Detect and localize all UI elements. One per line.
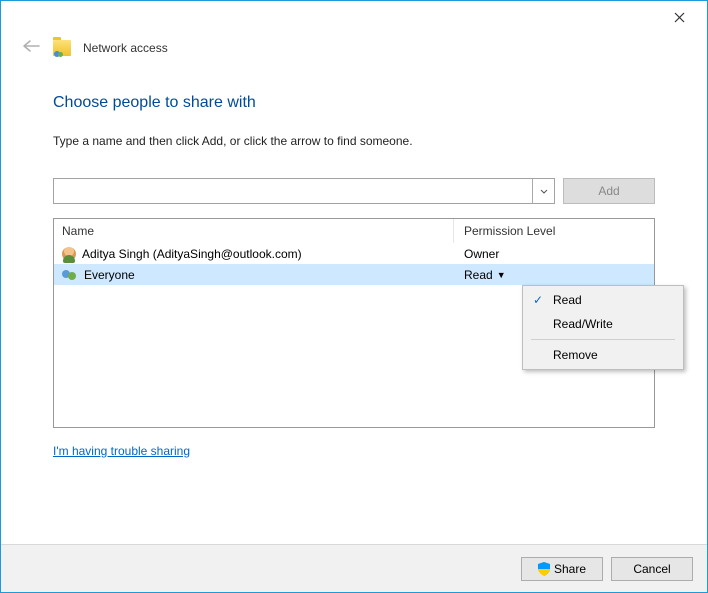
cancel-button-label: Cancel (633, 562, 670, 576)
back-button[interactable] (21, 37, 41, 58)
network-access-icon (53, 40, 71, 56)
permission-dropdown-menu: ✓ Read Read/Write Remove (522, 285, 684, 370)
share-table: Name Permission Level Aditya Singh (Adit… (53, 218, 655, 428)
name-input[interactable] (54, 179, 532, 203)
dialog-footer: Share Cancel (1, 544, 707, 592)
trouble-sharing-link[interactable]: I'm having trouble sharing (53, 444, 655, 458)
table-row[interactable]: Aditya Singh (AdityaSingh@outlook.com) O… (54, 243, 654, 264)
menu-item-remove[interactable]: Remove (523, 343, 683, 367)
chevron-down-icon (540, 189, 548, 194)
close-button[interactable] (659, 3, 699, 31)
menu-item-read[interactable]: ✓ Read (523, 288, 683, 312)
cell-name: Everyone (54, 268, 454, 282)
share-button[interactable]: Share (521, 557, 603, 581)
heading: Choose people to share with (53, 94, 655, 112)
shield-icon (538, 562, 550, 576)
group-icon (62, 268, 78, 282)
cell-name: Aditya Singh (AdityaSingh@outlook.com) (54, 247, 454, 261)
row-name-label: Aditya Singh (AdityaSingh@outlook.com) (82, 247, 302, 261)
add-user-row: Add (53, 178, 655, 204)
row-name-label: Everyone (84, 268, 135, 282)
caret-down-icon: ▼ (497, 270, 506, 280)
column-header-name[interactable]: Name (54, 219, 454, 243)
page-title: Network access (83, 41, 168, 55)
content-area: Choose people to share with Type a name … (1, 66, 707, 544)
table-header: Name Permission Level (54, 219, 654, 243)
row-permission-label: Owner (464, 247, 499, 261)
titlebar (1, 1, 707, 33)
combobox-dropdown-button[interactable] (532, 179, 554, 203)
share-button-label: Share (554, 562, 586, 576)
header-row: Network access (1, 33, 707, 66)
instruction-text: Type a name and then click Add, or click… (53, 134, 655, 148)
network-access-dialog: Network access Choose people to share wi… (0, 0, 708, 593)
cancel-button[interactable]: Cancel (611, 557, 693, 581)
table-row[interactable]: Everyone Read ▼ (54, 264, 654, 285)
name-combobox[interactable] (53, 178, 555, 204)
column-header-permission[interactable]: Permission Level (454, 219, 654, 243)
menu-item-label: Read/Write (553, 317, 613, 331)
check-icon: ✓ (531, 293, 545, 307)
menu-item-label: Remove (553, 348, 598, 362)
menu-separator (531, 339, 675, 340)
cell-permission[interactable]: Read ▼ (454, 268, 654, 282)
menu-item-label: Read (553, 293, 582, 307)
user-icon (62, 247, 76, 261)
arrow-left-icon (22, 39, 40, 53)
menu-item-read-write[interactable]: Read/Write (523, 312, 683, 336)
cell-permission: Owner (454, 247, 654, 261)
add-button[interactable]: Add (563, 178, 655, 204)
row-permission-label: Read (464, 268, 493, 282)
close-icon (674, 12, 685, 23)
